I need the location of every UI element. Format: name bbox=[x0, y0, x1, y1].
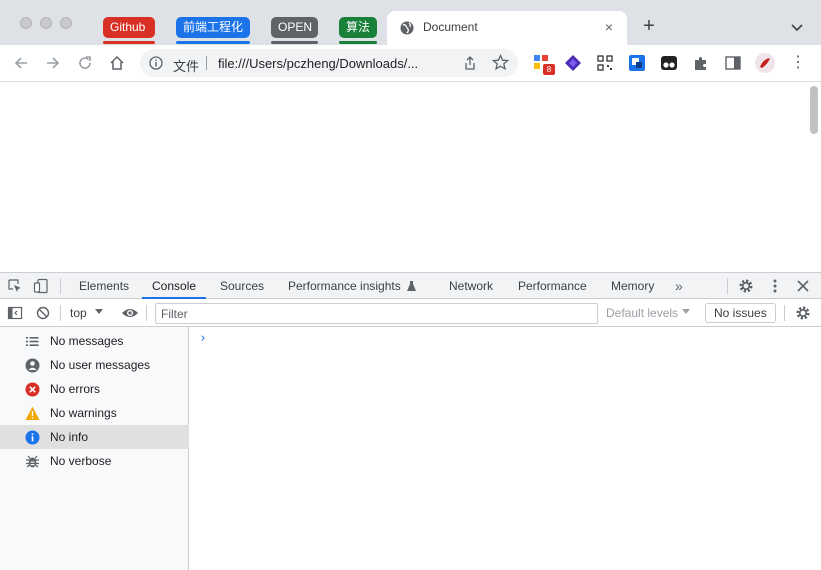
home-icon[interactable] bbox=[108, 54, 126, 72]
url-text[interactable]: file:///Users/pczheng/Downloads/... bbox=[218, 56, 418, 71]
tab-strip: Github 前端工程化 OPEN 算法 Document × + bbox=[0, 0, 821, 45]
window-minimize-button[interactable] bbox=[40, 17, 52, 29]
scheme-label: 文件 bbox=[173, 59, 200, 74]
flask-icon bbox=[407, 281, 416, 291]
share-icon[interactable] bbox=[462, 55, 478, 71]
info-icon[interactable] bbox=[149, 56, 163, 70]
forward-icon[interactable] bbox=[44, 54, 62, 72]
chevron-down-icon bbox=[682, 309, 690, 314]
sidebar-item-messages[interactable]: No messages bbox=[0, 329, 189, 353]
extension-app-icon[interactable]: 8 bbox=[533, 54, 555, 75]
info-icon bbox=[25, 430, 40, 445]
divider bbox=[146, 305, 147, 321]
divider bbox=[60, 278, 61, 294]
issues-button[interactable]: No issues bbox=[705, 303, 776, 323]
inspect-element-icon[interactable] bbox=[7, 278, 23, 294]
extensions-puzzle-icon[interactable] bbox=[692, 54, 710, 72]
extension-tampermonkey-icon[interactable] bbox=[660, 54, 678, 72]
tab-group-github[interactable]: Github bbox=[103, 17, 155, 38]
console-sidebar: No messages No user messages No errors N… bbox=[0, 327, 189, 570]
tab-group-frontend[interactable]: 前端工程化 bbox=[176, 17, 250, 38]
devtools-tab-bar: Elements Console Sources Performance ins… bbox=[0, 272, 821, 299]
active-tab[interactable]: Document × bbox=[387, 11, 627, 45]
more-tabs-button[interactable]: » bbox=[675, 273, 683, 299]
divider bbox=[60, 305, 61, 321]
tab-group-algorithm[interactable]: 算法 bbox=[339, 17, 377, 38]
sidebar-item-user-messages[interactable]: No user messages bbox=[0, 353, 189, 377]
sidebar-toggle-icon[interactable] bbox=[7, 305, 23, 321]
sidebar-item-label: No messages bbox=[50, 334, 124, 348]
tab-group-open[interactable]: OPEN bbox=[271, 17, 318, 38]
tab-elements[interactable]: Elements bbox=[79, 273, 129, 299]
reload-icon[interactable] bbox=[76, 54, 94, 72]
sidebar-item-info[interactable]: No info bbox=[0, 425, 189, 449]
extension-cast-icon[interactable] bbox=[628, 54, 646, 72]
tab-search-icon[interactable] bbox=[789, 19, 805, 35]
sidebar-item-warnings[interactable]: No warnings bbox=[0, 401, 189, 425]
console-settings-gear-icon[interactable] bbox=[795, 305, 811, 321]
sidebar-item-label: No info bbox=[50, 430, 89, 444]
extension-badge: 8 bbox=[543, 64, 555, 75]
list-icon bbox=[26, 337, 39, 346]
window-zoom-button[interactable] bbox=[60, 17, 72, 29]
extension-layers-icon[interactable] bbox=[564, 54, 582, 72]
bookmark-star-icon[interactable] bbox=[492, 54, 509, 71]
filter-input[interactable] bbox=[155, 303, 598, 324]
warning-icon bbox=[25, 406, 40, 420]
sidebar-item-label: No verbose bbox=[50, 454, 112, 468]
divider bbox=[727, 278, 728, 294]
tab-group-underline bbox=[103, 41, 155, 44]
divider bbox=[784, 305, 785, 321]
tab-sources[interactable]: Sources bbox=[220, 273, 264, 299]
address-bar[interactable]: 文件 file:///Users/pczheng/Downloads/... bbox=[140, 49, 518, 77]
page-scrollbar[interactable] bbox=[810, 86, 818, 134]
profile-avatar[interactable] bbox=[755, 53, 775, 73]
context-selector[interactable]: top bbox=[70, 306, 87, 320]
sidebar-item-errors[interactable]: No errors bbox=[0, 377, 189, 401]
log-levels-dropdown[interactable]: Default levels bbox=[606, 306, 678, 320]
tab-group-underline bbox=[339, 41, 377, 44]
sidebar-item-label: No errors bbox=[50, 382, 101, 396]
user-icon bbox=[25, 358, 40, 373]
divider bbox=[206, 56, 207, 70]
tab-performance-insights[interactable]: Performance insights bbox=[288, 273, 401, 299]
menu-more-icon[interactable]: ⋮ bbox=[790, 54, 806, 72]
settings-gear-icon[interactable] bbox=[738, 278, 754, 294]
device-toolbar-icon[interactable] bbox=[33, 278, 49, 294]
tab-performance[interactable]: Performance bbox=[518, 273, 587, 299]
customize-menu-icon[interactable] bbox=[767, 278, 783, 294]
new-tab-button[interactable]: + bbox=[640, 16, 658, 36]
live-expression-eye-icon[interactable] bbox=[121, 305, 139, 321]
tab-group-underline bbox=[271, 41, 318, 44]
sidebar-item-verbose[interactable]: No verbose bbox=[0, 449, 189, 473]
error-icon bbox=[25, 382, 40, 397]
chevron-down-icon bbox=[95, 309, 103, 314]
tab-close-button[interactable]: × bbox=[601, 19, 617, 35]
tab-console[interactable]: Console bbox=[141, 273, 207, 299]
extension-qr-icon[interactable] bbox=[596, 54, 614, 72]
console-prompt[interactable]: › bbox=[199, 331, 207, 346]
bug-icon bbox=[26, 455, 39, 468]
window-close-button[interactable] bbox=[20, 17, 32, 29]
tab-group-underline bbox=[176, 41, 250, 44]
globe-icon bbox=[400, 21, 414, 35]
side-panel-icon[interactable] bbox=[724, 54, 742, 72]
sidebar-item-label: No user messages bbox=[50, 358, 151, 372]
console-output[interactable]: › bbox=[190, 327, 821, 570]
tab-memory[interactable]: Memory bbox=[611, 273, 654, 299]
clear-console-icon[interactable] bbox=[35, 305, 51, 321]
close-devtools-icon[interactable] bbox=[795, 278, 811, 294]
back-icon[interactable] bbox=[12, 54, 30, 72]
browser-toolbar: 文件 file:///Users/pczheng/Downloads/... 8 bbox=[0, 45, 821, 82]
page-viewport bbox=[0, 82, 821, 272]
sidebar-item-label: No warnings bbox=[50, 406, 117, 420]
tab-network[interactable]: Network bbox=[449, 273, 493, 299]
tab-title: Document bbox=[423, 20, 478, 34]
console-toolbar: top Default levels No issues bbox=[0, 299, 821, 327]
